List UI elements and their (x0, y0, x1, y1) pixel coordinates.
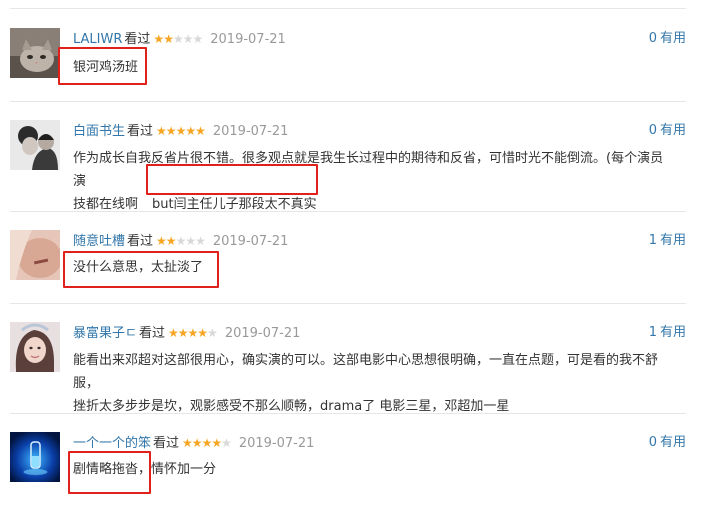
star-filled-icon: ★ (177, 326, 189, 340)
vote-useful[interactable]: 0 有用 (649, 434, 686, 452)
avatar[interactable] (10, 432, 60, 482)
star-filled-icon: ★ (195, 124, 206, 138)
review-line: 剧情略拖沓，情怀加一分 (73, 462, 217, 477)
watched-label: 看过 (127, 124, 154, 139)
avatar[interactable] (10, 230, 60, 280)
review-item: 一个一个的笨 看过 ★★★★★ 2019-07-21 0 有用 剧情略拖沓，情怀加一分 (10, 413, 686, 510)
star-filled-icon: ★ (156, 124, 167, 138)
vote-count: 1 (648, 233, 657, 248)
child-photo-avatar (10, 120, 60, 170)
username-link[interactable]: 暴富果子ㄷ (73, 326, 137, 341)
woman-photo-avatar (10, 322, 60, 372)
review-text: 能看出来邓超对这部很用心，确实演的可以。这部电影中心思想很明确，一直在点题，可是… (73, 349, 673, 418)
blue-glass-photo-avatar (10, 432, 60, 482)
star-empty-icon: ★ (172, 32, 184, 46)
star-filled-icon: ★ (167, 326, 179, 340)
star-filled-icon: ★ (187, 326, 199, 340)
portrait-photo-avatar (10, 230, 60, 280)
useful-label: 有用 (659, 325, 686, 340)
review-date: 2019-07-21 (238, 436, 315, 451)
review-date: 2019-07-21 (212, 124, 289, 139)
star-filled-icon: ★ (201, 436, 213, 450)
highlighted-text: but闫主任儿子那段太不真实 (152, 197, 317, 212)
review-meta: 白面书生 看过 ★★★★★ 2019-07-21 (73, 122, 288, 141)
highlight-box (63, 251, 219, 288)
watched-label: 看过 (127, 234, 154, 249)
watched-label: 看过 (124, 32, 151, 47)
avatar[interactable] (10, 322, 60, 372)
star-filled-icon: ★ (175, 124, 187, 138)
useful-label: 有用 (659, 31, 686, 46)
highlight-box (58, 47, 147, 85)
star-empty-icon: ★ (207, 326, 218, 340)
vote-count: 0 (648, 123, 657, 138)
review-date: 2019-07-21 (212, 234, 289, 249)
cat-photo-avatar (10, 28, 60, 78)
vote-useful[interactable]: 1 有用 (649, 232, 686, 250)
star-filled-icon: ★ (211, 436, 222, 450)
username-link[interactable]: 一个一个的笨 (73, 436, 151, 451)
vote-count: 0 (648, 31, 657, 46)
star-filled-icon: ★ (182, 436, 193, 450)
star-filled-icon: ★ (163, 32, 174, 46)
star-filled-icon: ★ (165, 124, 177, 138)
review-item: 暴富果子ㄷ 看过 ★★★★★ 2019-07-21 1 有用 能看出来邓超对这部很用心，… (10, 303, 686, 414)
username-link[interactable]: LALIWR (73, 32, 122, 47)
star-empty-icon: ★ (185, 234, 196, 248)
rating-stars: ★★★★★ (156, 122, 206, 140)
review-line: 技都在线啊 (73, 197, 139, 212)
rating-stars: ★★★★★ (182, 434, 232, 452)
review-item: 随意吐槽 看过 ★★★★★ 2019-07-21 1 有用 没什么意思，太扯淡了 (10, 211, 686, 304)
vote-useful[interactable]: 0 有用 (649, 30, 686, 48)
rating-stars: ★★★★★ (153, 30, 203, 48)
review-text: 银河鸡汤班 (73, 56, 673, 79)
star-filled-icon: ★ (185, 124, 196, 138)
rating-stars: ★★★★★ (156, 232, 206, 250)
review-date: 2019-07-21 (210, 32, 286, 47)
vote-useful[interactable]: 0 有用 (649, 122, 686, 140)
review-meta: 随意吐槽 看过 ★★★★★ 2019-07-21 (73, 232, 288, 251)
highlight-box (146, 164, 318, 195)
useful-label: 有用 (659, 435, 686, 450)
avatar[interactable] (10, 28, 60, 78)
review-meta: 暴富果子ㄷ 看过 ★★★★★ 2019-07-21 (73, 324, 300, 343)
review-text: 剧情略拖沓，情怀加一分 (73, 458, 673, 481)
vote-useful[interactable]: 1 有用 (649, 324, 686, 342)
username-link[interactable]: 白面书生 (73, 124, 125, 139)
username-link[interactable]: 随意吐槽 (73, 234, 125, 249)
useful-label: 有用 (659, 123, 686, 138)
review-item: 白面书生 看过 ★★★★★ 2019-07-21 0 有用 作为成长自我反省片很不错。很… (10, 101, 686, 212)
star-filled-icon: ★ (191, 436, 203, 450)
highlight-box (68, 451, 151, 494)
watched-label: 看过 (153, 436, 180, 451)
avatar[interactable] (10, 120, 60, 170)
review-line: 银河鸡汤班 (73, 60, 139, 75)
star-empty-icon: ★ (192, 32, 203, 46)
review-line: 能看出来邓超对这部很用心，确实演的可以。这部电影中心思想很明确，一直在点题，可是… (73, 353, 659, 391)
review-item: LALIWR 看过 ★★★★★ 2019-07-21 0 有用 银河鸡汤班 (10, 9, 686, 102)
star-empty-icon: ★ (195, 234, 206, 248)
vote-count: 0 (648, 435, 657, 450)
star-filled-icon: ★ (165, 234, 177, 248)
star-empty-icon: ★ (221, 436, 232, 450)
star-empty-icon: ★ (175, 234, 187, 248)
star-filled-icon: ★ (153, 32, 164, 46)
rating-stars: ★★★★★ (167, 324, 218, 342)
vote-count: 1 (648, 325, 657, 340)
watched-label: 看过 (138, 326, 165, 341)
review-date: 2019-07-21 (224, 326, 301, 341)
star-filled-icon: ★ (156, 234, 167, 248)
useful-label: 有用 (659, 233, 686, 248)
star-filled-icon: ★ (197, 326, 208, 340)
